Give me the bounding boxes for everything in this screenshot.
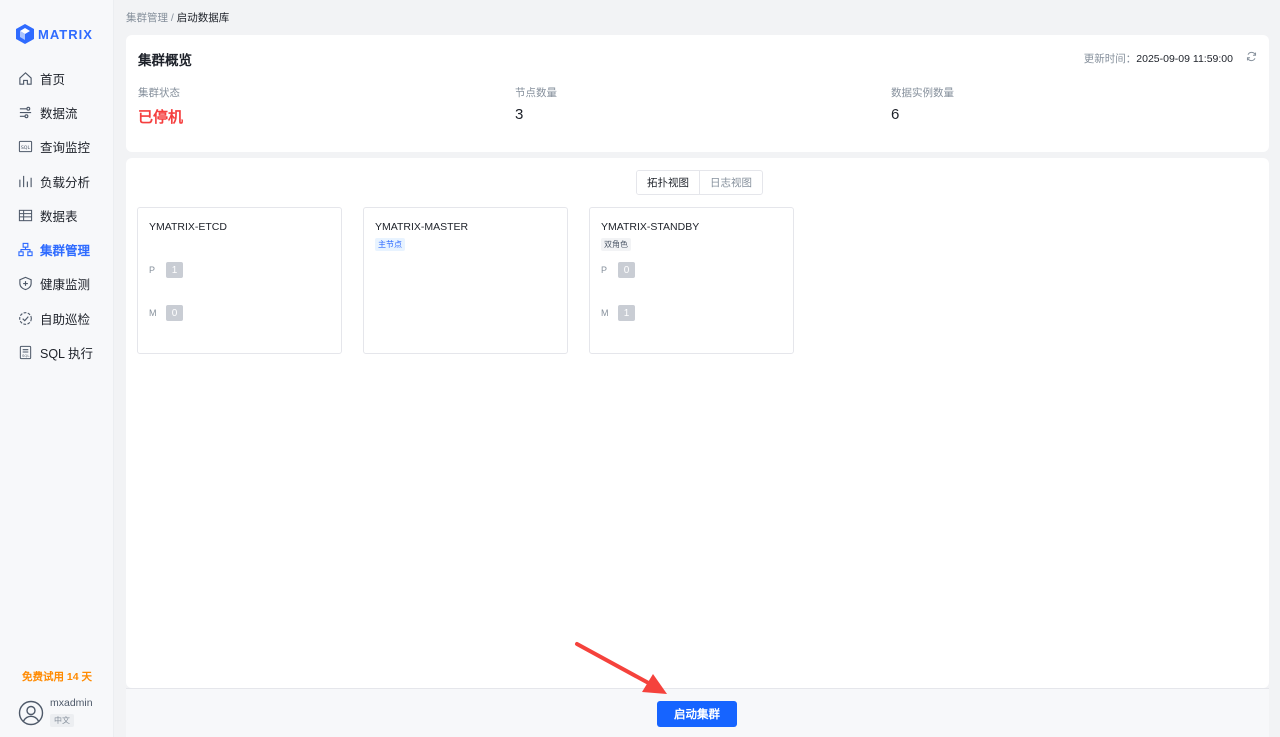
segment-label: M — [149, 308, 157, 318]
updated-time: 更新时间：2025-09-09 11:59:00 — [1084, 51, 1233, 66]
stat-instance-count: 数据实例数量 6 — [891, 85, 954, 123]
brand-logo[interactable]: MATRIX — [16, 24, 93, 44]
breadcrumb-current: 启动数据库 — [176, 12, 230, 24]
mirror-count-badge[interactable]: 1 — [618, 305, 635, 321]
refresh-icon[interactable] — [1246, 51, 1257, 62]
topology-card: 拓扑视图 日志视图 YMATRIX-ETCD P 1 M 0 YMATRIX-M… — [126, 158, 1269, 688]
sidebar: MATRIX 首页 数据流 SQL 查询监控 负载分析 数据表 集群管理 健康监… — [0, 0, 114, 737]
role-badge: 双角色 — [601, 238, 631, 251]
primary-segment-row: P 0 — [601, 262, 635, 278]
role-badge: 主节点 — [375, 238, 405, 251]
table-icon — [18, 209, 33, 221]
sidebar-item-label: 自助巡检 — [40, 312, 91, 327]
stat-value: 已停机 — [138, 109, 184, 126]
stat-label: 节点数量 — [515, 87, 557, 99]
stat-value: 3 — [515, 106, 524, 123]
node-name: YMATRIX-MASTER — [375, 221, 469, 233]
mirror-segment-row: M 1 — [601, 305, 635, 321]
sidebar-item-dataflow[interactable]: 数据流 — [0, 95, 114, 129]
sidebar-item-label: 数据表 — [40, 209, 78, 224]
node-card-etcd[interactable]: YMATRIX-ETCD P 1 M 0 — [137, 207, 342, 354]
avatar-icon — [18, 700, 44, 725]
node-name: YMATRIX-ETCD — [149, 221, 227, 233]
sidebar-item-self-inspection[interactable]: 自助巡检 — [0, 301, 114, 335]
sidebar-item-label: 数据流 — [40, 106, 78, 121]
cluster-icon — [18, 242, 33, 257]
tab-log-view[interactable]: 日志视图 — [699, 171, 762, 194]
view-switch: 拓扑视图 日志视图 — [636, 170, 763, 195]
user-name: mxadmin — [50, 697, 93, 709]
user-profile[interactable]: mxadmin 中文 — [18, 697, 93, 728]
overview-title: 集群概览 — [138, 53, 192, 68]
sidebar-item-tables[interactable]: 数据表 — [0, 198, 114, 232]
mirror-count-badge[interactable]: 0 — [166, 305, 183, 321]
action-footer: 启动集群 — [126, 688, 1269, 737]
svg-text:SQL: SQL — [21, 145, 31, 151]
tab-topology-view[interactable]: 拓扑视图 — [637, 171, 699, 194]
stat-label: 数据实例数量 — [891, 87, 954, 99]
sql-file-icon: SQL — [19, 345, 32, 360]
inspect-icon — [19, 311, 32, 325]
flow-icon — [19, 106, 32, 119]
node-name: YMATRIX-STANDBY — [601, 221, 700, 233]
stat-label: 集群状态 — [138, 87, 180, 99]
language-switch[interactable]: 中文 — [50, 714, 74, 727]
stat-node-count: 节点数量 3 — [515, 85, 557, 123]
breadcrumb-parent[interactable]: 集群管理 — [126, 12, 168, 24]
node-card-standby[interactable]: YMATRIX-STANDBY 双角色 P 0 M 1 — [589, 207, 794, 354]
start-cluster-button[interactable]: 启动集群 — [657, 701, 737, 727]
sidebar-item-sql-exec[interactable]: SQL SQL 执行 — [0, 335, 114, 369]
svg-text:SQL: SQL — [22, 354, 30, 358]
segment-label: M — [601, 308, 609, 318]
segment-label: P — [149, 265, 156, 275]
sidebar-item-label: 负载分析 — [40, 175, 91, 190]
shield-icon — [19, 277, 32, 291]
sidebar-item-query-monitor[interactable]: SQL 查询监控 — [0, 130, 114, 164]
updated-label: 更新时间： — [1083, 53, 1137, 65]
mirror-segment-row: M 0 — [149, 305, 183, 321]
sidebar-item-cluster-management[interactable]: 集群管理 — [0, 232, 114, 266]
trial-notice[interactable]: 免费试用 14 天 — [0, 669, 114, 684]
sidebar-item-label: 查询监控 — [40, 141, 91, 156]
breadcrumb: 集群管理 / 启动数据库 — [126, 10, 229, 25]
sidebar-item-label: 首页 — [40, 72, 66, 87]
sidebar-item-label: SQL 执行 — [40, 347, 94, 362]
breadcrumb-separator: / — [170, 12, 174, 24]
bar-chart-icon — [19, 175, 32, 187]
sidebar-nav: 首页 数据流 SQL 查询监控 负载分析 数据表 集群管理 健康监测 自助巡检 — [0, 61, 114, 370]
sidebar-item-label: 健康监测 — [40, 278, 91, 293]
cluster-overview-card: 集群概览 更新时间：2025-09-09 11:59:00 集群状态 已停机 节… — [126, 35, 1269, 152]
sidebar-item-label: 集群管理 — [40, 244, 91, 259]
sql-monitor-icon: SQL — [18, 141, 33, 153]
node-card-master[interactable]: YMATRIX-MASTER 主节点 — [363, 207, 568, 354]
sidebar-item-load-analysis[interactable]: 负载分析 — [0, 164, 114, 198]
primary-count-badge[interactable]: 1 — [166, 262, 183, 278]
sidebar-item-home[interactable]: 首页 — [0, 61, 114, 95]
sidebar-item-health[interactable]: 健康监测 — [0, 267, 114, 301]
home-icon — [19, 71, 32, 85]
primary-segment-row: P 1 — [149, 262, 183, 278]
logo-icon — [16, 24, 34, 44]
stat-value: 6 — [891, 106, 900, 123]
brand-name: MATRIX — [38, 26, 93, 42]
updated-value: 2025-09-09 11:59:00 — [1136, 53, 1233, 65]
segment-label: P — [601, 265, 608, 275]
stat-cluster-status: 集群状态 已停机 — [138, 85, 183, 127]
primary-count-badge[interactable]: 0 — [618, 262, 635, 278]
